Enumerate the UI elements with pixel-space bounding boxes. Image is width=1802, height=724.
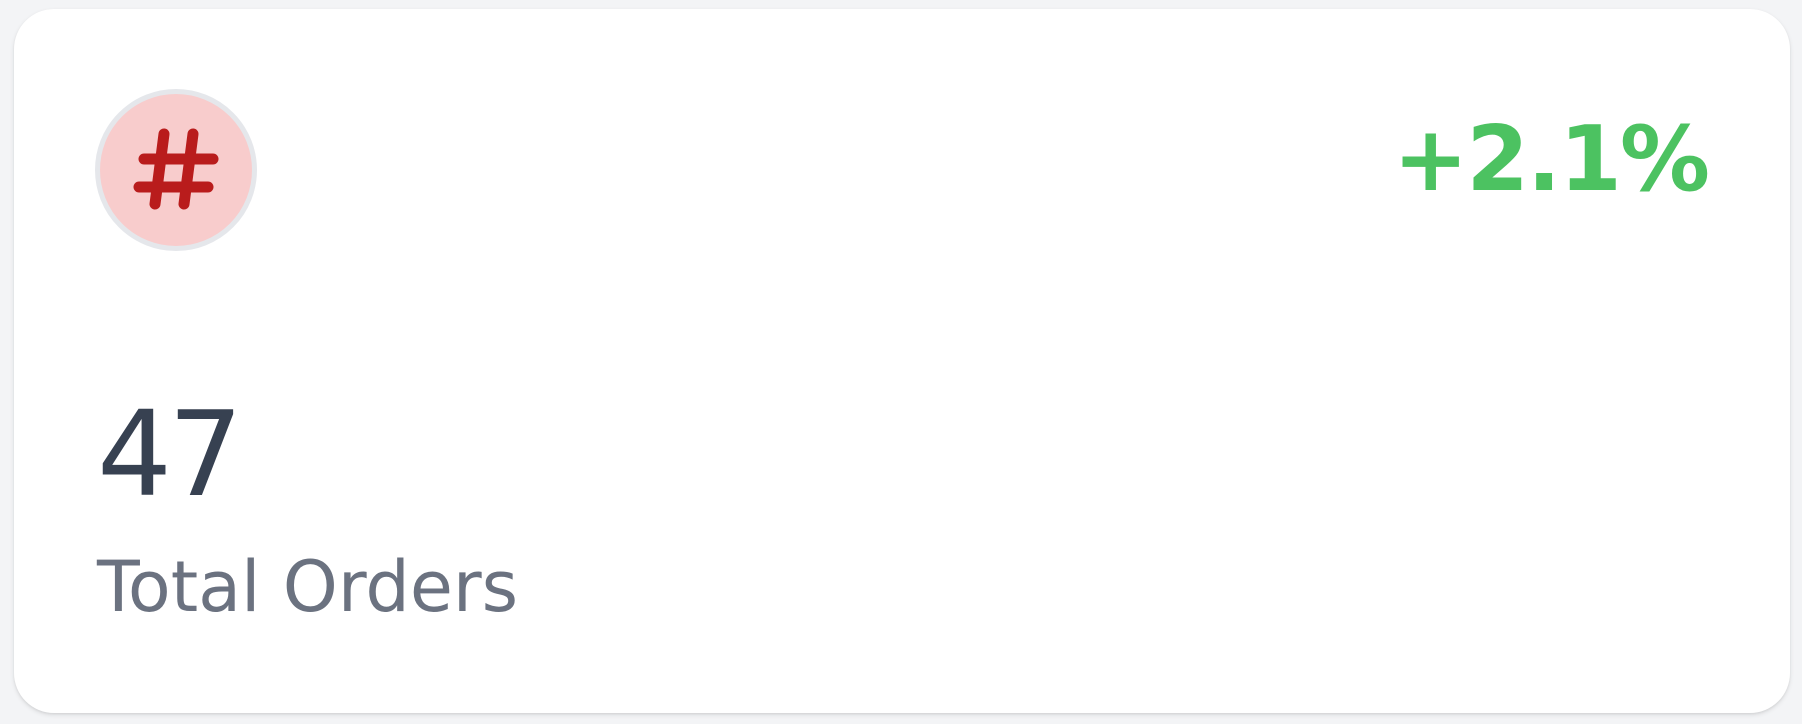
change-percentage: +2.1% [1392, 107, 1710, 212]
stat-value: 47 [97, 385, 243, 523]
stat-card: +2.1% 47 Total Orders [14, 9, 1790, 713]
hash-icon [133, 128, 219, 210]
hash-icon-badge [95, 89, 257, 251]
stat-label: Total Orders [97, 546, 519, 628]
